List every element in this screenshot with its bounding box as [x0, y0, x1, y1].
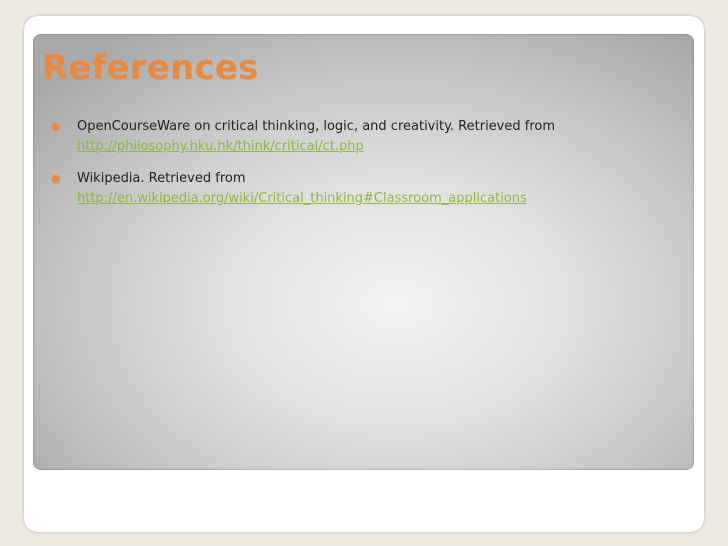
reference-item: ● OpenCourseWare on critical thinking, l… — [51, 117, 671, 157]
reference-text: OpenCourseWare on critical thinking, log… — [77, 119, 556, 134]
reference-list: ● OpenCourseWare on critical thinking, l… — [51, 117, 671, 221]
slide-title: References — [42, 48, 259, 88]
reference-link[interactable]: http://philosophy.hku.hk/think/critical/… — [77, 137, 671, 157]
content-panel — [33, 34, 694, 470]
reference-text: Wikipedia. Retrieved from — [77, 171, 246, 186]
bullet-icon: ● — [51, 172, 61, 185]
reference-link[interactable]: http://en.wikipedia.org/wiki/Critical_th… — [77, 189, 671, 209]
bullet-icon: ● — [51, 120, 61, 133]
reference-item: ● Wikipedia. Retrieved from http://en.wi… — [51, 169, 671, 209]
